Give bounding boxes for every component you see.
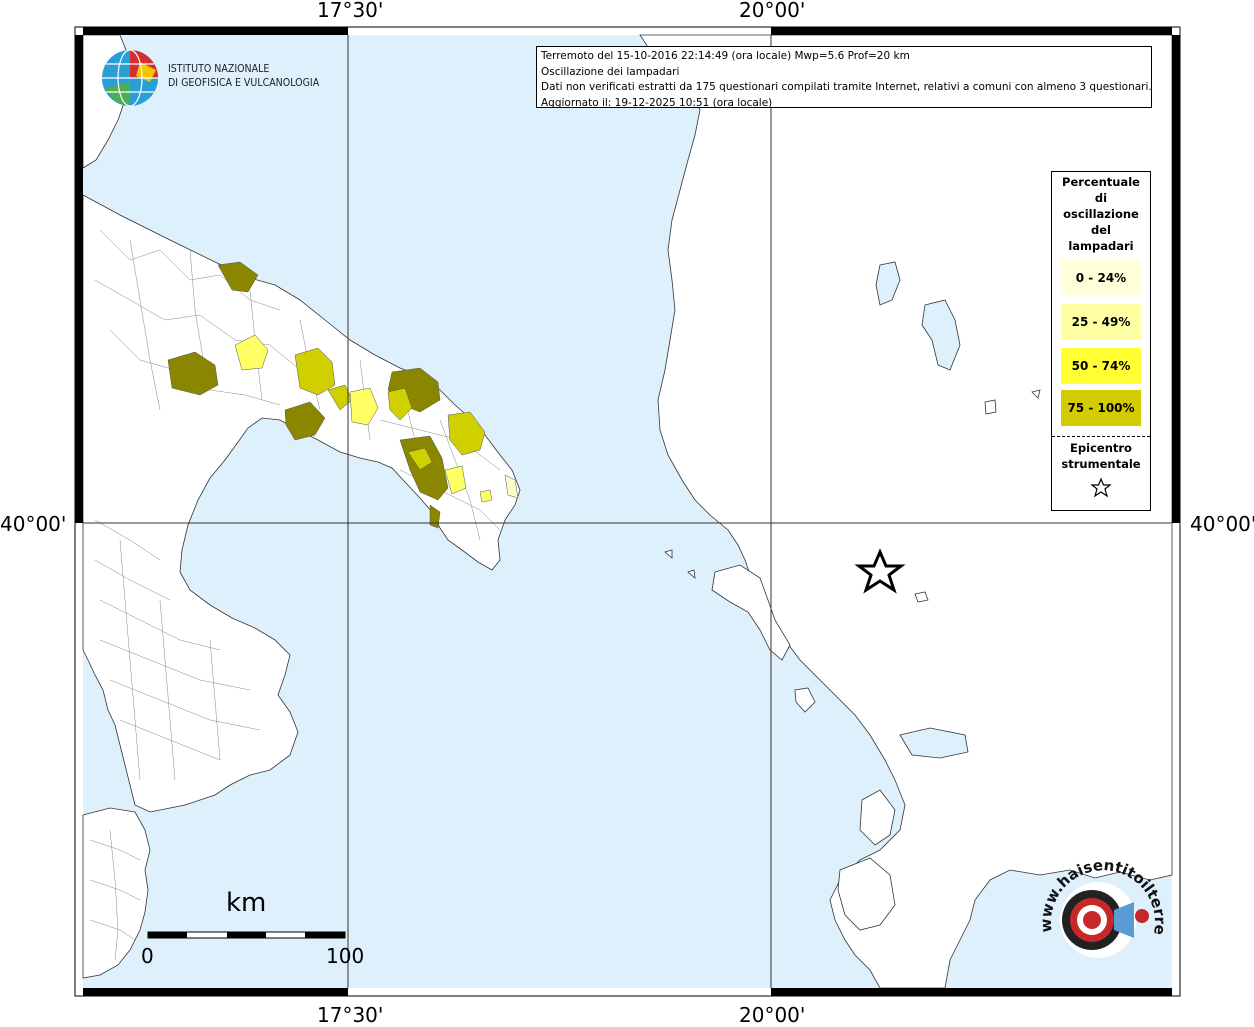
lon-label-bottom-left: 17°30' xyxy=(317,1003,384,1027)
ingv-logo-icon xyxy=(102,49,158,107)
legend-star-icon xyxy=(1090,477,1112,498)
legend-swatch-50-74: 50 - 74% xyxy=(1061,348,1141,384)
ingv-logo-text: ISTITUTO NAZIONALE DI GEOFISICA E VULCAN… xyxy=(168,62,319,90)
legend-separator xyxy=(1052,436,1150,437)
lon-label-top-right: 20°00' xyxy=(739,0,806,22)
legend-swatch-25-49: 25 - 49% xyxy=(1061,304,1141,340)
legend-epicenter-line1: Epicentro xyxy=(1070,441,1132,455)
legend-epicenter-label: Epicentro strumentale xyxy=(1052,440,1150,472)
legend-swatch-0-24: 0 - 24% xyxy=(1061,260,1141,296)
scale-bar xyxy=(147,931,346,939)
info-line2: Oscillazione dei lampadari xyxy=(541,65,680,78)
lon-label-top-left: 17°30' xyxy=(317,0,384,22)
legend: Percentuale di oscillazione del lampadar… xyxy=(1051,171,1151,511)
info-line4: Aggiornato il: 19-12-2025 10:51 (ora loc… xyxy=(541,96,773,108)
legend-swatch-75-100: 75 - 100% xyxy=(1061,390,1141,426)
legend-title-line: oscillazione xyxy=(1063,207,1139,221)
info-line3: Dati non verificati estratti da 175 ques… xyxy=(541,81,1152,93)
scale-end: 100 xyxy=(326,944,365,968)
legend-epicenter-line2: strumentale xyxy=(1061,457,1141,471)
legend-title-line: Percentuale xyxy=(1062,175,1140,189)
lon-label-bottom-right: 20°00' xyxy=(739,1003,806,1027)
haisentito-logo-icon: www.haisentitoilterremoto.it xyxy=(1040,862,1169,958)
legend-title-line: di xyxy=(1094,191,1108,205)
logo-line1: ISTITUTO NAZIONALE xyxy=(168,62,270,75)
legend-title-line: lampadari xyxy=(1068,239,1134,253)
lat-label-left: 40°00' xyxy=(0,512,67,536)
legend-title: Percentuale di oscillazione del lampadar… xyxy=(1058,172,1144,254)
info-line1: Terremoto del 15-10-2016 22:14:49 (ora l… xyxy=(541,50,910,62)
legend-title-line: del xyxy=(1091,223,1111,237)
lat-label-right: 40°00' xyxy=(1190,512,1254,536)
scale-start: 0 xyxy=(141,944,154,968)
info-box: Terremoto del 15-10-2016 22:14:49 (ora l… xyxy=(536,46,1152,108)
scale-unit: km xyxy=(226,888,267,918)
logo-line2: DI GEOFISICA E VULCANOLOGIA xyxy=(168,76,320,89)
